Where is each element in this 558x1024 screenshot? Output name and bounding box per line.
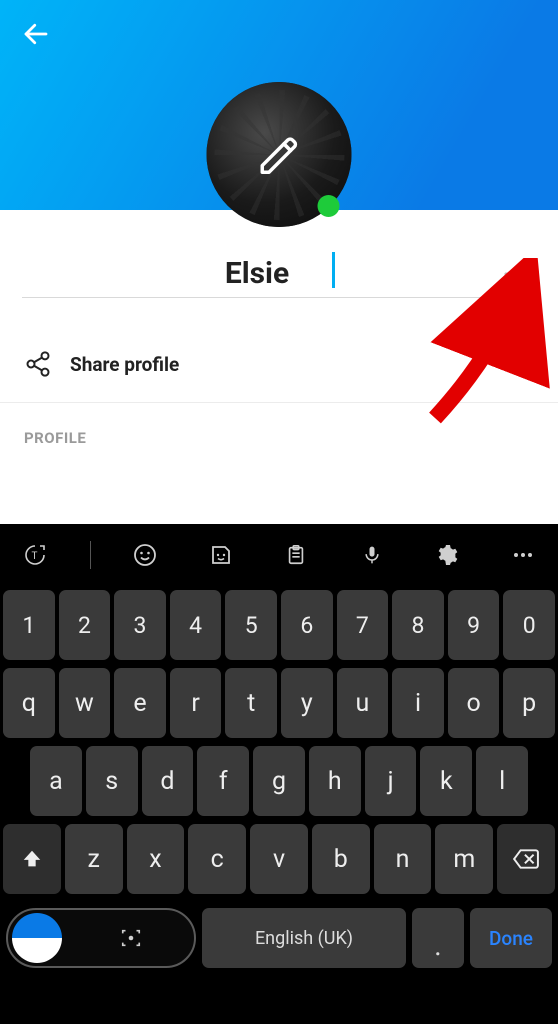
key-4[interactable]: 4	[170, 590, 222, 660]
checkmark-icon	[501, 259, 531, 289]
key-done[interactable]: Done	[470, 908, 552, 968]
key-j[interactable]: j	[365, 746, 417, 816]
key-7[interactable]: 7	[337, 590, 389, 660]
key-k[interactable]: k	[420, 746, 472, 816]
confirm-name-button[interactable]	[496, 254, 536, 294]
toolbar-separator	[90, 541, 91, 569]
key-2[interactable]: 2	[59, 590, 111, 660]
key-shift[interactable]	[3, 824, 61, 894]
back-button[interactable]	[18, 16, 54, 52]
profile-name-input[interactable]	[22, 250, 492, 298]
key-g[interactable]: g	[253, 746, 305, 816]
key-1[interactable]: 1	[3, 590, 55, 660]
keyboard-row-numbers: 1 2 3 4 5 6 7 8 9 0	[3, 590, 555, 660]
keyboard-row-asdf: a s d f g h j k l	[3, 746, 555, 816]
key-a[interactable]: a	[30, 746, 82, 816]
share-profile-row[interactable]: Share profile	[0, 324, 558, 403]
key-n[interactable]: n	[374, 824, 432, 894]
key-r[interactable]: r	[170, 668, 222, 738]
key-5[interactable]: 5	[225, 590, 277, 660]
key-y[interactable]: y	[281, 668, 333, 738]
key-8[interactable]: 8	[392, 590, 444, 660]
key-9[interactable]: 9	[448, 590, 500, 660]
profile-section-label: PROFILE	[0, 403, 558, 473]
google-lens-icon[interactable]	[72, 917, 190, 959]
key-o[interactable]: o	[448, 668, 500, 738]
key-p[interactable]: p	[503, 668, 555, 738]
key-q[interactable]: q	[3, 668, 55, 738]
key-z[interactable]: z	[65, 824, 123, 894]
backspace-icon	[513, 849, 539, 869]
key-e[interactable]: e	[114, 668, 166, 738]
key-d[interactable]: d	[142, 746, 194, 816]
share-profile-label: Share profile	[70, 353, 179, 376]
keyboard-switcher-pill[interactable]	[6, 908, 196, 968]
key-w[interactable]: w	[59, 668, 111, 738]
on-screen-keyboard: T 1 2 3 4 5 6 7 8 9 0 q	[0, 524, 558, 1024]
keyboard-bottom-row: English (UK) . Done	[0, 902, 558, 980]
key-h[interactable]: h	[309, 746, 361, 816]
text-cursor	[332, 252, 335, 288]
key-3[interactable]: 3	[114, 590, 166, 660]
keyboard-row-qwerty: q w e r t y u i o p	[3, 668, 555, 738]
key-period[interactable]: .	[412, 908, 464, 968]
name-edit-row	[0, 250, 558, 298]
text-rotate-icon[interactable]: T	[14, 534, 56, 576]
key-c[interactable]: c	[188, 824, 246, 894]
sticker-icon[interactable]	[200, 534, 242, 576]
svg-text:T: T	[32, 551, 38, 562]
shift-icon	[21, 848, 43, 870]
key-backspace[interactable]	[497, 824, 555, 894]
emoji-icon[interactable]	[124, 534, 166, 576]
key-l[interactable]: l	[476, 746, 528, 816]
pencil-icon	[256, 132, 302, 178]
key-s[interactable]: s	[86, 746, 138, 816]
key-x[interactable]: x	[127, 824, 185, 894]
key-f[interactable]: f	[197, 746, 249, 816]
keyboard-theme-thumb	[12, 913, 62, 963]
more-icon[interactable]	[502, 534, 544, 576]
key-i[interactable]: i	[392, 668, 444, 738]
key-6[interactable]: 6	[281, 590, 333, 660]
key-t[interactable]: t	[225, 668, 277, 738]
key-b[interactable]: b	[312, 824, 370, 894]
clipboard-icon[interactable]	[275, 534, 317, 576]
keyboard-toolbar: T	[0, 524, 558, 586]
avatar-edit-button[interactable]	[207, 82, 352, 227]
key-space[interactable]: English (UK)	[202, 908, 406, 968]
online-status-dot	[318, 195, 340, 217]
key-0[interactable]: 0	[503, 590, 555, 660]
key-m[interactable]: m	[435, 824, 493, 894]
keyboard-row-zxcv: z x c v b n m	[3, 824, 555, 894]
mic-icon[interactable]	[351, 534, 393, 576]
key-u[interactable]: u	[337, 668, 389, 738]
gear-icon[interactable]	[426, 534, 468, 576]
key-v[interactable]: v	[250, 824, 308, 894]
arrow-left-icon	[21, 19, 51, 49]
share-icon	[24, 350, 52, 378]
